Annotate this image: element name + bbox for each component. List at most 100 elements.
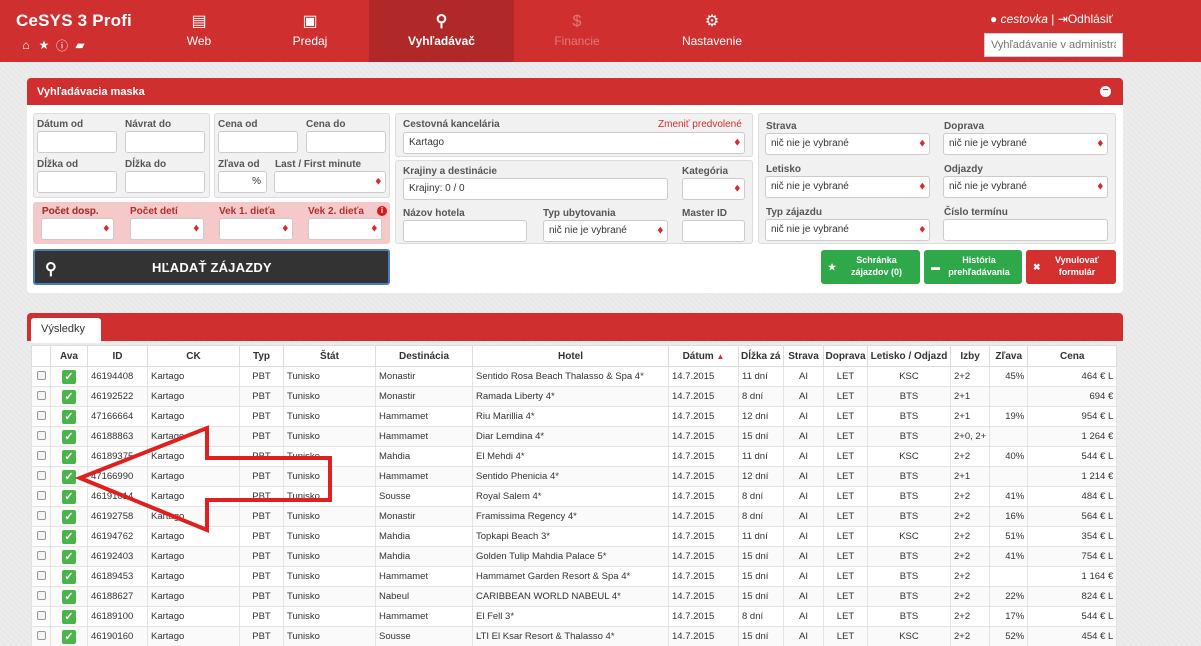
- nav-web[interactable]: ▤ Web: [166, 0, 232, 62]
- table-row[interactable]: ✓ 46188863 Kartago PBT Tunisko Hammamet Diar L…: [31, 426, 1118, 447]
- table-cell-doprava: LET: [823, 466, 868, 487]
- vynulovat-formular-button[interactable]: ✖ Vynulovať formulár: [1026, 250, 1116, 284]
- letisko-select[interactable]: nič nie je vybrané: [765, 176, 930, 198]
- vek1-select[interactable]: [219, 218, 293, 240]
- datum-od-input[interactable]: [37, 131, 117, 153]
- col-doprava[interactable]: Doprava: [823, 345, 868, 367]
- zmenit-predvolene-link[interactable]: Zmeniť predvolené: [658, 119, 742, 130]
- table-row[interactable]: ✓ 46189100 Kartago PBT Tunisko Hammamet El Fel…: [31, 606, 1118, 627]
- row-checkbox[interactable]: [36, 410, 46, 420]
- nav-vyhladavac[interactable]: ⚲ Vyhľadávač: [369, 0, 514, 62]
- col-letisko[interactable]: Letisko / Odjazd: [867, 345, 951, 367]
- schranka-zajazdov-button[interactable]: ★ Schránka zájazdov (0): [821, 250, 920, 284]
- row-checkbox[interactable]: [36, 610, 46, 620]
- col-hotel[interactable]: Hotel: [472, 345, 669, 367]
- table-cell-hotel: LTI El Ksar Resort & Thalasso 4*: [472, 626, 669, 646]
- col-ava[interactable]: Ava: [50, 345, 88, 367]
- col-dlzka[interactable]: Dĺžka zá: [738, 345, 784, 367]
- row-checkbox[interactable]: [36, 550, 46, 560]
- nav-financie[interactable]: $ Financie: [540, 0, 614, 62]
- logout-link[interactable]: Odhlásiť: [1068, 12, 1113, 26]
- master-id-input[interactable]: [682, 220, 745, 242]
- table-cell-id: 46190160: [87, 626, 148, 646]
- row-checkbox[interactable]: [36, 430, 46, 440]
- dlzka-od-input[interactable]: [37, 171, 117, 193]
- table-row[interactable]: ✓ 46192758 Kartago PBT Tunisko Monastir Framis…: [31, 506, 1118, 527]
- cena-do-input[interactable]: [306, 131, 386, 153]
- table-cell-izby: 2+1: [949, 466, 991, 487]
- col-stat[interactable]: Štát: [283, 345, 376, 367]
- row-checkbox[interactable]: [36, 570, 46, 580]
- col-id[interactable]: ID: [87, 345, 148, 367]
- navrat-do-input[interactable]: [125, 131, 205, 153]
- krajiny-input[interactable]: Krajiny: 0 / 0: [403, 178, 668, 200]
- row-checkbox[interactable]: [36, 590, 46, 600]
- admin-search-input[interactable]: [984, 33, 1123, 57]
- row-checkbox[interactable]: [36, 390, 46, 400]
- table-row[interactable]: ✓ 47166990 Kartago PBT Tunisko Hammamet Sentid…: [31, 466, 1118, 487]
- strava-select[interactable]: nič nie je vybrané: [765, 133, 930, 155]
- chat-icon[interactable]: ▰: [74, 38, 86, 52]
- col-typ[interactable]: Typ: [239, 345, 284, 367]
- nav-nastavenie[interactable]: ⚙ Nastavenie: [672, 0, 752, 62]
- col-destinacia[interactable]: Destinácia: [375, 345, 473, 367]
- row-checkbox[interactable]: [36, 470, 46, 480]
- cislo-terminu-input[interactable]: [943, 219, 1108, 241]
- typ-zajazdu-select[interactable]: nič nie je vybrané: [765, 219, 930, 241]
- table-row[interactable]: ✓ 46188627 Kartago PBT Tunisko Nabeul CARIBBEA…: [31, 586, 1118, 607]
- nazov-hotela-input[interactable]: [403, 220, 527, 242]
- col-izby[interactable]: Izby: [949, 345, 991, 367]
- col-zlava[interactable]: Zľava: [989, 345, 1029, 367]
- typ-ubytovania-select[interactable]: nič nie je vybrané: [543, 220, 668, 242]
- table-row[interactable]: ✓ 46189375 Kartago PBT Tunisko Mahdia El Mehdi…: [31, 446, 1118, 467]
- table-cell-datum: 14.7.2015: [668, 426, 739, 447]
- dlzka-do-input[interactable]: [125, 171, 205, 193]
- nav-predaj[interactable]: ▣ Predaj: [275, 0, 345, 62]
- row-checkbox[interactable]: [36, 450, 46, 460]
- col-cena[interactable]: Cena: [1027, 345, 1118, 367]
- row-checkbox[interactable]: [36, 530, 46, 540]
- collapse-icon[interactable]: −: [1100, 86, 1111, 97]
- star-icon[interactable]: ★: [38, 38, 50, 52]
- app-logo[interactable]: CeSYS 3 Profi: [16, 11, 132, 31]
- table-row[interactable]: ✓ 46192403 Kartago PBT Tunisko Mahdia Golden T…: [31, 546, 1118, 567]
- zlava-od-input[interactable]: %: [218, 171, 267, 193]
- row-checkbox[interactable]: [36, 490, 46, 500]
- table-row[interactable]: ✓ 46189453 Kartago PBT Tunisko Hammamet Hammam…: [31, 566, 1118, 587]
- search-tours-button[interactable]: ⚲ HĽADAŤ ZÁJAZDY: [33, 249, 390, 285]
- table-row[interactable]: ✓ 46194762 Kartago PBT Tunisko Mahdia Topkapi …: [31, 526, 1118, 547]
- col-ck[interactable]: CK: [147, 345, 240, 367]
- table-row[interactable]: ✓ 46192522 Kartago PBT Tunisko Monastir Ramada…: [31, 386, 1118, 407]
- row-checkbox[interactable]: [36, 630, 46, 640]
- vek2-select[interactable]: [308, 218, 382, 240]
- historia-prehladavania-button[interactable]: ▬ História prehľadávania: [924, 250, 1022, 284]
- last-first-select[interactable]: [274, 171, 386, 193]
- col-datum[interactable]: Dátum ▲: [668, 345, 739, 367]
- info-icon[interactable]: i: [377, 206, 387, 216]
- pocet-dosp-select[interactable]: [41, 218, 114, 240]
- user-bar: ● cestovka | ⇥Odhlásiť: [990, 12, 1113, 26]
- row-checkbox[interactable]: [36, 370, 46, 380]
- row-checkbox[interactable]: [36, 510, 46, 520]
- table-row[interactable]: ✓ 46190160 Kartago PBT Tunisko Sousse LTI El K…: [31, 626, 1118, 646]
- table-row[interactable]: ✓ 46191014 Kartago PBT Tunisko Sousse Royal Sa…: [31, 486, 1118, 507]
- user-link[interactable]: cestovka: [1001, 12, 1048, 26]
- table-cell-doprava: LET: [823, 606, 868, 627]
- col-strava[interactable]: Strava: [783, 345, 824, 367]
- cena-od-input[interactable]: [218, 131, 298, 153]
- table-row[interactable]: ✓ 46194408 Kartago PBT Tunisko Monastir Sentid…: [31, 366, 1118, 387]
- odjazdy-select[interactable]: nič nie je vybrané: [943, 176, 1108, 198]
- tab-vysledky[interactable]: Výsledky: [31, 318, 101, 343]
- table-cell-id: 46192758: [87, 506, 148, 527]
- table-row[interactable]: ✓ 47166664 Kartago PBT Tunisko Hammamet Riu Ma…: [31, 406, 1118, 427]
- pocet-deti-select[interactable]: [130, 218, 204, 240]
- kategoria-select[interactable]: [682, 178, 745, 200]
- table-cell-doprava: LET: [823, 566, 868, 587]
- logout-icon: ⇥: [1057, 12, 1068, 26]
- table-cell-dlzka: 12 dní: [738, 466, 784, 487]
- doprava-select[interactable]: nič nie je vybrané: [943, 133, 1108, 155]
- home-icon[interactable]: ⌂: [20, 38, 32, 52]
- table-cell-dlzka: 15 dní: [738, 626, 784, 646]
- info-icon[interactable]: ⓘ: [56, 39, 68, 53]
- ck-select[interactable]: Kartago: [403, 132, 745, 154]
